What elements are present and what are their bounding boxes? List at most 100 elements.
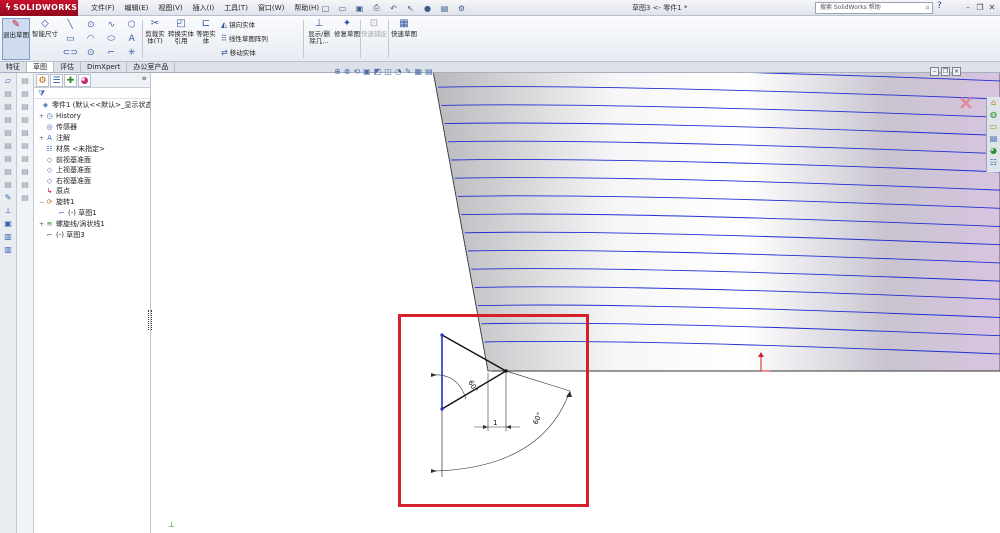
view-settings-icon[interactable]: ▤: [425, 66, 433, 77]
menu-insert[interactable]: 插入(I): [188, 0, 220, 16]
layer-icon[interactable]: ▤: [1, 140, 15, 151]
layer-icon[interactable]: ▤: [1, 88, 15, 99]
expand-panel-icon[interactable]: »: [141, 74, 147, 84]
menu-edit[interactable]: 编辑(E): [120, 0, 154, 16]
point-icon[interactable]: ⊙: [81, 46, 102, 60]
layer-icon[interactable]: ▤: [18, 114, 32, 125]
circle-icon[interactable]: ⊙: [81, 18, 102, 32]
layer-icon[interactable]: ▤: [18, 153, 32, 164]
rapid-sketch-button[interactable]: ▦ 快速草图: [390, 18, 418, 38]
close-icon[interactable]: ✕: [986, 0, 998, 16]
layer-icon[interactable]: ▤: [1, 114, 15, 125]
arc-icon[interactable]: ◠: [81, 32, 102, 46]
tree-item-sketch3[interactable]: ⌐ (-) 草图3: [34, 230, 150, 241]
tree-item-helix[interactable]: + ≋ 螺旋线/涡状线1: [34, 219, 150, 231]
polygon-icon[interactable]: ⬡: [122, 18, 143, 32]
property-manager-icon[interactable]: ☰: [50, 74, 63, 87]
restore-icon[interactable]: ❐: [941, 67, 950, 76]
tool-icon[interactable]: ▥: [1, 231, 15, 242]
layer-icon[interactable]: ▤: [18, 179, 32, 190]
sketch-icon[interactable]: ▱: [1, 75, 15, 86]
save-icon[interactable]: ▣: [352, 1, 367, 15]
tool-icon[interactable]: ▥: [1, 244, 15, 255]
slot-icon[interactable]: ⊂⊃: [60, 46, 81, 60]
layer-icon[interactable]: ▤: [18, 127, 32, 138]
save-icon[interactable]: ▣: [1, 218, 15, 229]
print-icon[interactable]: ⎙: [369, 1, 384, 15]
layer-icon[interactable]: ▤: [18, 75, 32, 86]
minimize-icon[interactable]: –: [930, 67, 939, 76]
expand-icon[interactable]: +: [38, 112, 45, 123]
help-search-input[interactable]: 搜索 SolidWorks 帮助 ⌕: [815, 2, 933, 14]
tree-item-sensors[interactable]: ◎ 传感器: [34, 122, 150, 133]
rebuild-icon[interactable]: ●: [420, 1, 435, 15]
menu-file[interactable]: 文件(F): [86, 0, 120, 16]
text-icon[interactable]: A: [122, 32, 143, 46]
ellipse-icon[interactable]: ⬭: [101, 32, 122, 46]
smart-dimension-button[interactable]: ◇ 智能尺寸: [32, 18, 58, 38]
undo-icon[interactable]: ↶: [386, 1, 401, 15]
tab-features[interactable]: 特征: [0, 62, 27, 72]
minimize-icon[interactable]: –: [962, 0, 974, 16]
zoom-area-icon[interactable]: ⊗: [344, 66, 351, 77]
layer-icon[interactable]: ▤: [1, 127, 15, 138]
layer-icon[interactable]: ▤: [18, 140, 32, 151]
layer-icon[interactable]: ▤: [18, 166, 32, 177]
file-explorer-icon[interactable]: ▭: [987, 121, 1000, 133]
spline-icon[interactable]: ∿: [101, 18, 122, 32]
tab-sketch[interactable]: 草图: [27, 62, 54, 72]
layer-icon[interactable]: ▤: [1, 166, 15, 177]
menu-tools[interactable]: 工具(T): [219, 0, 253, 16]
menu-window[interactable]: 窗口(W): [253, 0, 289, 16]
line-icon[interactable]: ╲: [60, 18, 81, 32]
tree-item-history[interactable]: + ◷ History: [34, 111, 150, 123]
cancel-sketch-icon[interactable]: [960, 97, 972, 109]
view-palette-icon[interactable]: ▤: [987, 133, 1000, 145]
select-icon[interactable]: ↖: [403, 1, 418, 15]
tree-item-part[interactable]: ◈ 零件1 (默认<<默认>_显示状态: [34, 100, 150, 111]
appearances-icon[interactable]: ◕: [987, 145, 1000, 157]
design-library-icon[interactable]: ◍: [987, 109, 1000, 121]
solidworks-logo[interactable]: ϟ SOLIDWORKS: [0, 0, 78, 16]
move-entities-button[interactable]: ⇄ 移动实体: [221, 46, 303, 60]
feature-tree-icon[interactable]: ⚙: [36, 74, 49, 87]
view-orientation-icon[interactable]: ◩: [374, 66, 382, 77]
tab-evaluate[interactable]: 评估: [54, 62, 81, 72]
configuration-manager-icon[interactable]: ✚: [64, 74, 77, 87]
layer-icon[interactable]: ▤: [1, 101, 15, 112]
linear-pattern-button[interactable]: ⠿ 线性草图阵列: [221, 32, 303, 46]
fillet-icon[interactable]: ⌐: [101, 46, 122, 60]
trim-entities-button[interactable]: ✂ 剪裁实体(T): [143, 18, 167, 45]
tab-dimxpert[interactable]: DimXpert: [81, 62, 128, 72]
zoom-to-fit-icon[interactable]: ⊕: [334, 66, 341, 77]
display-style-icon[interactable]: ◫: [384, 66, 392, 77]
exit-sketch-confirm-icon[interactable]: [936, 81, 956, 96]
hide-show-icon[interactable]: ◔: [395, 66, 402, 77]
layer-icon[interactable]: ▤: [18, 101, 32, 112]
tree-item-annotations[interactable]: + A 注解: [34, 133, 150, 145]
quick-snap-button[interactable]: ⊡ 快速捕捉: [361, 18, 387, 38]
rectangle-icon[interactable]: ▭: [60, 32, 81, 46]
new-document-icon[interactable]: □: [318, 1, 333, 15]
search-icon[interactable]: ⌕: [926, 3, 930, 13]
close-icon[interactable]: ×: [952, 67, 961, 76]
tree-item-origin[interactable]: ↳ 原点: [34, 186, 150, 197]
layer-icon[interactable]: ▤: [18, 88, 32, 99]
layer-icon[interactable]: ▤: [1, 179, 15, 190]
tree-item-revolve[interactable]: − ⟳ 旋转1: [34, 197, 150, 209]
open-folder-icon[interactable]: ▭: [335, 1, 350, 15]
filter-icon[interactable]: ⧩: [34, 88, 150, 99]
restore-icon[interactable]: ❐: [974, 0, 986, 16]
menu-view[interactable]: 视图(V): [153, 0, 187, 16]
file-properties-icon[interactable]: ▤: [437, 1, 452, 15]
offset-entities-button[interactable]: ⊏ 等距实体: [194, 18, 218, 45]
home-icon[interactable]: ⌂: [987, 97, 1000, 109]
tree-item-right-plane[interactable]: ◇ 右视基准面: [34, 176, 150, 187]
tab-office-products[interactable]: 办公室产品: [127, 62, 176, 72]
previous-view-icon[interactable]: ⟲: [353, 66, 360, 77]
appearance-icon[interactable]: ◕: [78, 74, 91, 87]
exit-sketch-button[interactable]: ✎ 退出草图: [2, 18, 30, 60]
scene-icon[interactable]: ▦: [414, 66, 422, 77]
edit-sketch-icon[interactable]: ✎: [1, 192, 15, 203]
expand-icon[interactable]: +: [38, 220, 45, 231]
